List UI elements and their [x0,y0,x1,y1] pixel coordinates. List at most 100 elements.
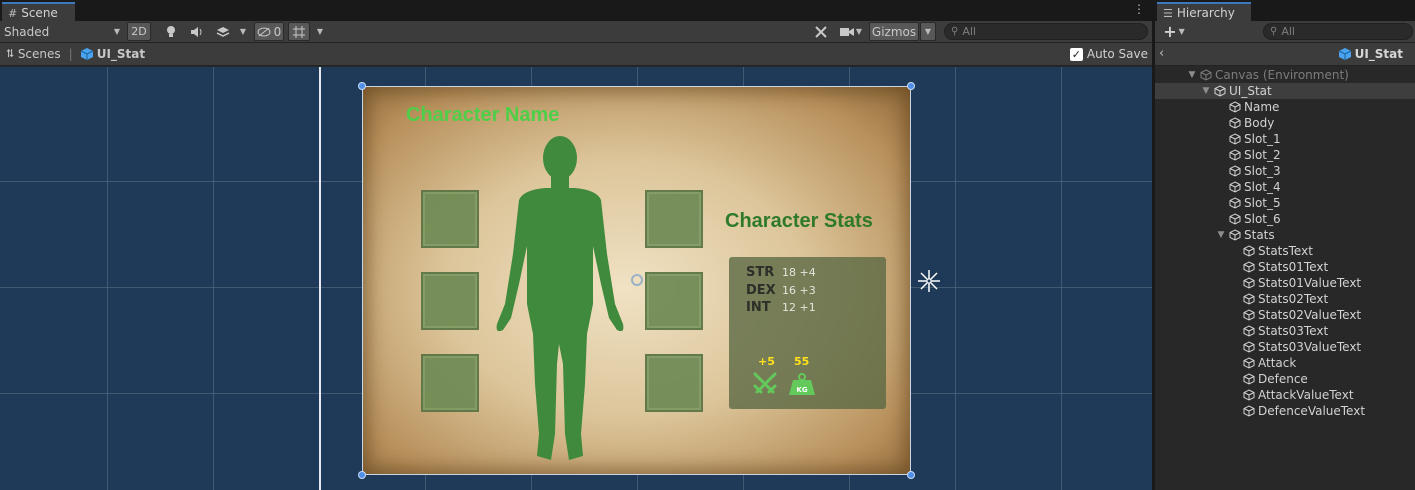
tab-hierarchy[interactable]: ☰ Hierarchy [1157,2,1251,21]
gameobject-icon [1243,405,1255,417]
shading-mode-dropdown[interactable]: Shaded ▼ [4,22,120,41]
hierarchy-item-label: Stats02Text [1258,292,1329,306]
expand-arrow-icon[interactable]: ▼ [1187,70,1197,80]
hierarchy-item[interactable]: Slot_2 [1229,147,1281,163]
hierarchy-item[interactable]: Slot_1 [1229,131,1281,147]
breadcrumb-prefab-label: UI_Stat [96,47,146,61]
gizmos-dropdown-icon[interactable]: ▼ [920,22,936,41]
hierarchy-item[interactable]: Slot_5 [1229,195,1281,211]
list-icon: ☰ [1163,6,1173,20]
hierarchy-toolbar: + ▼ ⚲ All [1155,21,1415,43]
hierarchy-item[interactable]: Stats01Text [1243,259,1328,275]
hierarchy-item-ui-stat[interactable]: ▼ UI_Stat [1155,83,1415,99]
breadcrumb-scenes-label: Scenes [17,47,61,61]
gameobject-icon [1229,229,1241,241]
breadcrumb-separator: | [68,47,73,61]
hierarchy-search-input[interactable]: ⚲ All [1263,23,1413,40]
prefab-header-label: UI_Stat [1354,47,1403,61]
camera-icon [839,27,854,36]
hierarchy-item-label: Slot_5 [1244,196,1281,210]
more-options-icon[interactable]: ⋮ [1132,3,1146,17]
hierarchy-item-label: DefenceValueText [1258,404,1366,418]
effects-dropdown-icon[interactable]: ▼ [236,22,250,41]
scene-tabbar: # Scene ⋮ [0,0,1152,21]
hierarchy-item[interactable]: Slot_4 [1229,179,1281,195]
hierarchy-item[interactable]: StatsText [1243,243,1313,259]
hierarchy-item[interactable]: Stats03ValueText [1243,339,1361,355]
scene-visibility-toggle[interactable]: 0 [254,22,284,41]
expand-arrow-icon[interactable]: ▼ [1216,230,1226,240]
scene-search-input[interactable]: ⚲ All [944,23,1148,40]
hierarchy-item-stats[interactable]: ▼ Stats [1216,227,1275,243]
search-icon: ⚲ [951,26,959,37]
hierarchy-panel: ☰ Hierarchy + ▼ ⚲ All ‹ UI_Stat ▼ Canvas… [1155,0,1415,490]
hierarchy-item[interactable]: Slot_3 [1229,163,1281,179]
hierarchy-item[interactable]: Defence [1243,371,1308,387]
hidden-count: 0 [273,24,282,39]
scene-toolbar: Shaded ▼ 2D ▼ 0 ▼ ▼ Gizmos ▼ ⚲ All [0,21,1152,43]
hierarchy-item-label: UI_Stat [1229,84,1272,98]
prefab-header: ‹ UI_Stat [1155,43,1415,66]
gameobject-icon [1229,197,1241,209]
tab-hierarchy-label: Hierarchy [1176,6,1235,20]
hierarchy-item-label: Stats03ValueText [1258,340,1362,354]
resize-handle[interactable] [358,82,366,90]
breadcrumb-prefab[interactable]: UI_Stat [80,47,146,61]
gizmos-button[interactable]: Gizmos [869,22,919,41]
hierarchy-item[interactable]: DefenceValueText [1243,403,1365,419]
hierarchy-item[interactable]: Attack [1243,355,1296,371]
gameobject-icon [1229,165,1241,177]
grid-line [955,67,956,490]
hierarchy-item[interactable]: Stats01ValueText [1243,275,1361,291]
hierarchy-item-label: Body [1244,116,1275,130]
tab-scene[interactable]: # Scene [2,2,75,21]
hierarchy-item-label: Stats01Text [1258,260,1329,274]
gameobject-icon [1243,373,1255,385]
hierarchy-item-label: Canvas (Environment) [1215,68,1349,82]
hierarchy-item[interactable]: Stats03Text [1243,323,1328,339]
effects-toggle-icon[interactable] [212,22,234,41]
hierarchy-item-label: AttackValueText [1258,388,1354,402]
gameobject-icon [1229,213,1241,225]
breadcrumb-scenes[interactable]: ⮁ Scenes [5,47,61,61]
audio-toggle-icon[interactable] [186,22,208,41]
eye-hidden-icon [257,27,271,36]
resize-handle[interactable] [358,471,366,479]
hierarchy-item[interactable]: Stats02Text [1243,291,1328,307]
resize-handle[interactable] [907,82,915,90]
create-dropdown-arrow-icon: ▼ [1178,27,1185,36]
move-tool-icon[interactable] [916,268,942,294]
expand-arrow-icon[interactable]: ▼ [1201,86,1211,96]
pivot-handle[interactable] [631,274,643,286]
resize-handle[interactable] [907,471,915,479]
hierarchy-item[interactable]: AttackValueText [1243,387,1354,403]
scene-search-placeholder: All [962,25,976,38]
hierarchy-item[interactable]: Slot_6 [1229,211,1281,227]
hierarchy-item-label: Attack [1258,356,1297,370]
create-dropdown[interactable]: + ▼ [1160,22,1188,41]
scene-viewport[interactable]: Character Name Character Stats STR 18 +4… [0,67,1152,490]
hierarchy-tabbar: ☰ Hierarchy [1155,0,1415,21]
hierarchy-item-canvas[interactable]: ▼ Canvas (Environment) [1187,67,1349,83]
hierarchy-item-label: Defence [1258,372,1308,386]
hierarchy-item[interactable]: Body [1229,115,1274,131]
grid-dropdown-icon[interactable]: ▼ [313,22,327,41]
back-chevron-icon[interactable]: ‹ [1159,46,1164,61]
auto-save-label: Auto Save [1086,47,1148,61]
tab-scene-label: Scene [21,6,58,20]
auto-save-checkbox[interactable]: ✓ [1069,47,1083,61]
auto-save-toggle[interactable]: ✓ Auto Save [1069,47,1148,61]
hierarchy-item[interactable]: Name [1229,99,1279,115]
gameobject-icon [1243,293,1255,305]
hierarchy-item[interactable]: Stats02ValueText [1243,307,1361,323]
gameobject-icon [1229,133,1241,145]
mode-2d-button[interactable]: 2D [127,22,151,41]
grid-line [1061,67,1062,490]
grid-snap-toggle-icon[interactable] [288,22,310,41]
gameobject-icon [1243,341,1255,353]
lighting-toggle-icon[interactable] [160,22,182,41]
grid-line [107,67,108,490]
grid-line [213,67,214,490]
camera-dropdown[interactable]: ▼ [836,22,866,41]
tools-icon[interactable] [810,22,832,41]
